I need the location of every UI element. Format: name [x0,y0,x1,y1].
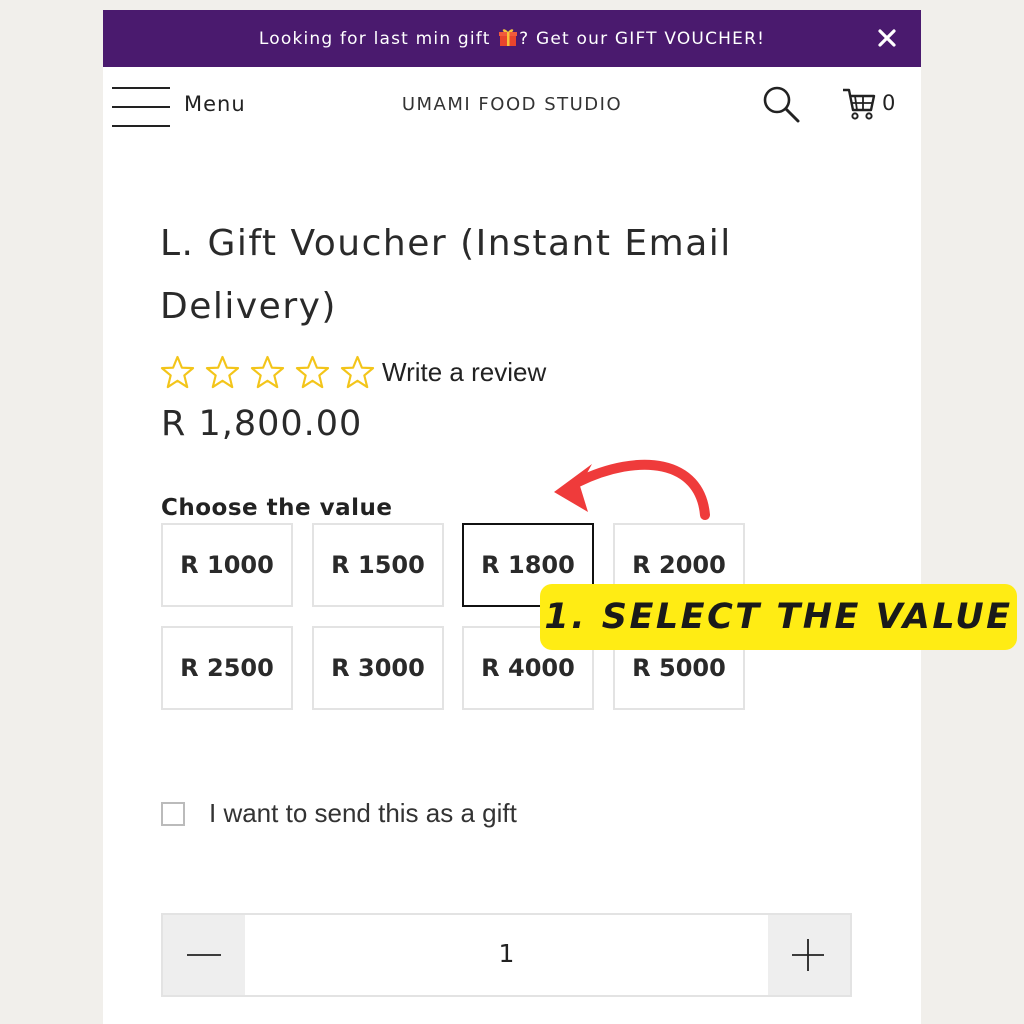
send-as-gift-label: I want to send this as a gift [209,798,517,828]
value-option-1000[interactable]: R 1000 [161,523,293,607]
cart-button[interactable]: 0 [841,86,901,122]
announcement-bar: Looking for last min gift ? Get our GIFT… [103,10,921,67]
star-icon[interactable] [250,355,285,390]
star-icon[interactable] [340,355,375,390]
product-page: Looking for last min gift ? Get our GIFT… [103,10,921,1024]
quantity-increase-button[interactable] [768,915,850,995]
plus-icon [792,939,824,971]
hamburger-icon[interactable] [112,86,170,128]
announcement-text-before: Looking for last min gift [258,29,491,49]
value-option-2500[interactable]: R 2500 [161,626,293,710]
minus-icon [187,954,221,956]
cart-count: 0 [882,91,896,115]
menu-label[interactable]: Menu [184,92,246,116]
cart-icon [843,88,876,120]
send-as-gift-checkbox[interactable] [161,801,185,826]
choose-value-label: Choose the value [161,495,393,521]
value-option-3000[interactable]: R 3000 [312,626,444,710]
announcement-text[interactable]: Looking for last min gift ? Get our GIFT… [103,27,921,49]
tutorial-callout: 1. SELECT THE VALUE [540,584,1017,650]
value-option-1500[interactable]: R 1500 [312,523,444,607]
rating[interactable]: Write a review [160,350,546,394]
send-as-gift-option[interactable]: I want to send this as a gift [161,798,517,829]
search-icon[interactable] [761,84,801,124]
product-price: R 1,800.00 [161,404,363,444]
gift-icon [499,29,518,46]
star-icon[interactable] [295,355,330,390]
star-icon[interactable] [205,355,240,390]
write-review-link[interactable]: Write a review [382,357,546,388]
brand-logo[interactable]: UMAMI FOOD STUDIO [303,94,721,115]
announcement-text-after: ? Get our GIFT VOUCHER! [519,29,766,49]
tutorial-arrow-icon [554,459,710,520]
quantity-decrease-button[interactable] [163,915,245,995]
quantity-input[interactable]: 1 [245,939,768,968]
star-icon[interactable] [160,355,195,390]
product-title: L. Gift Voucher (Instant Email Delivery) [160,223,732,327]
quantity-stepper: 1 [161,913,852,997]
close-icon[interactable] [875,26,899,50]
